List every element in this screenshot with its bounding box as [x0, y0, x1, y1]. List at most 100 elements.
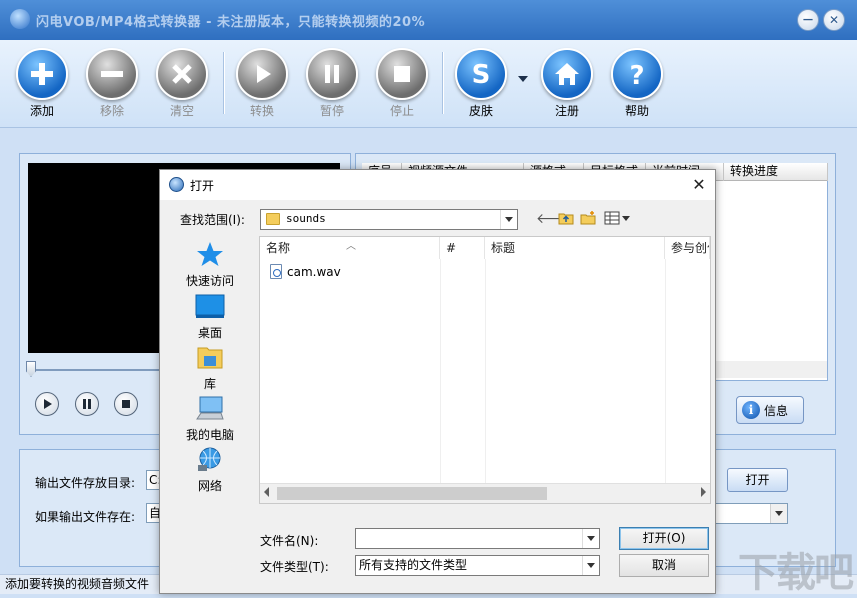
places-bar: 快速访问 桌面 库 我的电脑 网络 [178, 237, 242, 507]
plus-icon [16, 48, 68, 100]
info-label: 信息 [764, 403, 789, 418]
remove-label: 移除 [99, 104, 124, 118]
filetype-select[interactable]: 所有支持的文件类型 [355, 555, 600, 576]
skin-label: 皮肤 [468, 104, 493, 118]
help-button[interactable]: ? 帮助 [607, 48, 667, 119]
app-title: 闪电VOB/MP4格式转换器 - 未注册版本，只能转换视频的20% [36, 15, 426, 30]
col-progress[interactable]: 转换进度 [724, 163, 828, 181]
output-dir-label: 输出文件存放目录: [35, 476, 136, 490]
register-button[interactable]: 注册 [537, 48, 597, 119]
col-number[interactable]: # [440, 237, 485, 259]
scroll-right-icon[interactable] [701, 487, 706, 497]
place-quick-access[interactable]: 快速访问 [178, 241, 242, 289]
skin-dropdown-arrow-icon[interactable] [518, 76, 528, 82]
look-in-dropdown[interactable]: sounds [260, 209, 518, 230]
filename-label: 文件名(N): [260, 534, 319, 548]
filetype-value: 所有支持的文件类型 [359, 558, 468, 572]
audio-file-icon [270, 264, 282, 279]
if-exists-dropdown[interactable] [715, 503, 788, 524]
skin-icon: S [455, 48, 507, 100]
up-folder-icon[interactable] [557, 211, 575, 227]
info-button[interactable]: i 信息 [736, 396, 804, 424]
place-this-pc[interactable]: 我的电脑 [178, 395, 242, 443]
place-label: 网络 [197, 479, 222, 493]
clear-label: 清空 [169, 104, 194, 118]
view-menu-icon[interactable] [604, 211, 632, 227]
col-contributors[interactable]: 参与创作 [665, 237, 710, 259]
dialog-cancel-button[interactable]: 取消 [619, 554, 709, 577]
place-desktop[interactable]: 桌面 [178, 293, 242, 341]
file-list-hscrollbar[interactable] [260, 483, 710, 503]
chevron-down-icon [500, 210, 517, 229]
look-in-value: sounds [286, 212, 326, 225]
if-exists-label: 如果输出文件存在: [35, 510, 136, 524]
filename-input[interactable] [355, 528, 600, 549]
scroll-left-icon[interactable] [264, 487, 269, 497]
dialog-app-icon [169, 177, 184, 192]
chevron-down-icon [770, 504, 787, 523]
back-arrow-icon[interactable]: 🡐 [536, 211, 574, 227]
toolbar-separator [442, 52, 444, 114]
app-logo-icon [10, 9, 30, 29]
folder-icon [266, 213, 280, 225]
help-icon: ? [611, 48, 663, 100]
file-browser-list[interactable]: 名称 ︿ # 标题 参与创作 cam.wav [259, 236, 711, 504]
library-icon [197, 347, 223, 369]
dialog-open-button[interactable]: 打开(O) [619, 527, 709, 550]
clear-button[interactable]: 清空 [152, 48, 212, 119]
pause-button[interactable]: 暂停 [302, 48, 362, 119]
star-icon [197, 242, 223, 266]
minimize-button[interactable]: － [797, 9, 819, 31]
skin-button[interactable]: S 皮肤 [451, 48, 511, 119]
chevron-down-icon [582, 556, 599, 575]
list-item[interactable]: cam.wav [270, 264, 341, 279]
home-icon [541, 48, 593, 100]
dialog-close-button[interactable]: ✕ [688, 175, 710, 195]
stop-button[interactable]: 停止 [372, 48, 432, 119]
column-divider [485, 259, 486, 483]
look-in-label: 查找范围(I): [180, 213, 245, 227]
place-label: 我的电脑 [185, 428, 234, 442]
play-icon [44, 399, 52, 409]
desktop-icon [195, 294, 225, 318]
stop-icon [376, 48, 428, 100]
column-divider [665, 259, 666, 483]
preview-play-button[interactable] [35, 392, 59, 416]
output-dir-field[interactable]: C: [146, 470, 160, 490]
place-library[interactable]: 库 [178, 344, 242, 392]
svg-text:S: S [472, 60, 491, 89]
network-icon [198, 447, 221, 471]
if-exists-select[interactable]: 自 [146, 503, 160, 523]
open-output-button[interactable]: 打开 [727, 468, 788, 492]
add-button[interactable]: 添加 [12, 48, 72, 119]
dialog-title-bar: 打开 ✕ [160, 170, 715, 200]
dialog-title: 打开 [190, 179, 215, 193]
open-file-dialog: 打开 ✕ 查找范围(I): sounds 🡐 快速访问 桌面 库 我的电脑 网络… [159, 169, 716, 594]
add-label: 添加 [29, 104, 54, 118]
new-folder-icon[interactable] [579, 211, 597, 227]
minus-icon [86, 48, 138, 100]
svg-text:?: ? [629, 61, 644, 89]
preview-stop-button[interactable] [114, 392, 138, 416]
computer-icon [196, 396, 224, 420]
preview-pause-button[interactable] [75, 392, 99, 416]
register-label: 注册 [554, 104, 579, 118]
chevron-down-icon [582, 529, 599, 548]
pause-icon [306, 48, 358, 100]
place-network[interactable]: 网络 [178, 446, 242, 494]
place-label: 快速访问 [185, 274, 234, 288]
app-title-bar: 闪电VOB/MP4格式转换器 - 未注册版本，只能转换视频的20% － ✕ [0, 0, 857, 40]
scroll-thumb[interactable] [277, 487, 547, 500]
close-app-button[interactable]: ✕ [823, 9, 845, 31]
convert-button[interactable]: 转换 [232, 48, 292, 119]
play-icon [236, 48, 288, 100]
pause-icon [83, 399, 91, 409]
filetype-label: 文件类型(T): [260, 560, 329, 574]
watermark-logo: 下载吧 [738, 550, 854, 596]
seek-track[interactable] [30, 369, 160, 371]
sort-up-icon: ︿ [346, 241, 356, 252]
info-icon: i [742, 401, 760, 419]
stop-label: 停止 [389, 104, 414, 118]
col-title[interactable]: 标题 [485, 237, 665, 259]
remove-button[interactable]: 移除 [82, 48, 142, 119]
